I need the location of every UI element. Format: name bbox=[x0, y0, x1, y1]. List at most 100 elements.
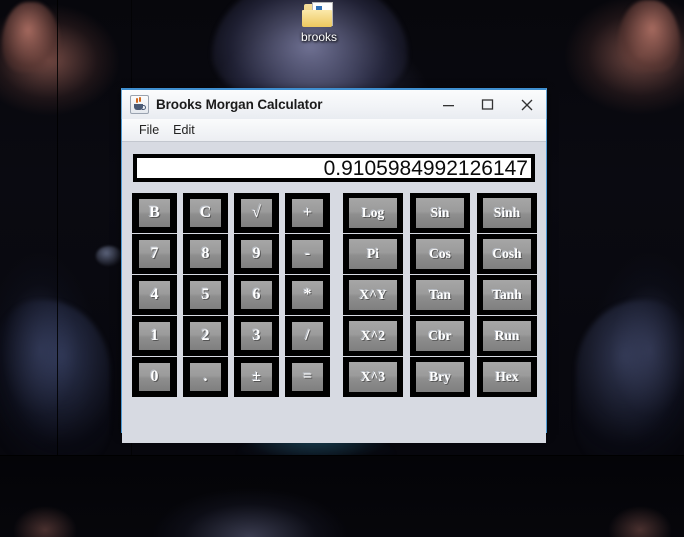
key-6[interactable]: 6 bbox=[234, 275, 279, 315]
key-face: 5 bbox=[190, 281, 221, 309]
key-x-y[interactable]: X^Y bbox=[343, 275, 403, 315]
menu-item-file[interactable]: File bbox=[132, 121, 166, 139]
wallpaper-seam-horizontal bbox=[0, 455, 684, 456]
key-cosh[interactable]: Cosh bbox=[477, 234, 537, 274]
key-label: Cosh bbox=[492, 247, 521, 261]
key-face: Sin bbox=[416, 198, 464, 228]
key-label: 1 bbox=[151, 328, 159, 344]
key-bry[interactable]: Bry bbox=[410, 357, 470, 397]
key-8[interactable]: 8 bbox=[183, 234, 228, 274]
key-face: Pi bbox=[349, 239, 397, 269]
key-face: X^2 bbox=[349, 321, 397, 351]
window-title: Brooks Morgan Calculator bbox=[156, 97, 322, 112]
key-hex[interactable]: Hex bbox=[477, 357, 537, 397]
key-label: * bbox=[304, 287, 312, 303]
key-[interactable]: = bbox=[285, 357, 330, 397]
key-label: Log bbox=[362, 206, 385, 220]
key-label: 0 bbox=[151, 369, 159, 385]
key-label: X^2 bbox=[361, 329, 385, 343]
menu-item-edit[interactable]: Edit bbox=[166, 121, 202, 139]
key-c[interactable]: C bbox=[183, 193, 228, 233]
minimize-button[interactable] bbox=[429, 90, 468, 119]
key-b[interactable]: B bbox=[132, 193, 177, 233]
key-label: 9 bbox=[253, 246, 261, 262]
desktop-icon-brooks[interactable]: brooks bbox=[288, 2, 350, 44]
wallpaper-microphone bbox=[96, 246, 122, 266]
key-label: = bbox=[303, 369, 312, 385]
key-2[interactable]: 2 bbox=[183, 316, 228, 356]
key-x-3[interactable]: X^3 bbox=[343, 357, 403, 397]
key-face: X^Y bbox=[349, 280, 397, 310]
key-face: * bbox=[292, 281, 323, 309]
key-[interactable]: √ bbox=[234, 193, 279, 233]
key-face: Cosh bbox=[483, 239, 531, 269]
key-face: Bry bbox=[416, 362, 464, 392]
key-[interactable]: * bbox=[285, 275, 330, 315]
key-face: X^3 bbox=[349, 362, 397, 392]
key-cbr[interactable]: Cbr bbox=[410, 316, 470, 356]
key-label: Cos bbox=[429, 247, 451, 261]
key-face: 9 bbox=[241, 240, 272, 268]
key-[interactable]: - bbox=[285, 234, 330, 274]
wallpaper-hand-left bbox=[2, 2, 60, 72]
key-label: 3 bbox=[253, 328, 261, 344]
key-face: Cos bbox=[416, 239, 464, 269]
key-4[interactable]: 4 bbox=[132, 275, 177, 315]
key-face: 4 bbox=[139, 281, 170, 309]
function-keypad: Log Sin Sinh Pi Cos Cosh X^Y Tan Tanh X^2 Cbr Run X^… bbox=[340, 193, 540, 397]
close-icon bbox=[520, 98, 534, 112]
key-face: C bbox=[190, 199, 221, 227]
key-face: . bbox=[190, 363, 221, 391]
key-label: X^Y bbox=[359, 288, 386, 302]
calculator-window[interactable]: Brooks Morgan Calculator bbox=[121, 88, 547, 433]
key-label: 6 bbox=[253, 287, 261, 303]
key-label: Sinh bbox=[494, 206, 520, 220]
key-label: Cbr bbox=[428, 329, 451, 343]
wallpaper-seam-vertical bbox=[57, 0, 58, 455]
key-pi[interactable]: Pi bbox=[343, 234, 403, 274]
key-9[interactable]: 9 bbox=[234, 234, 279, 274]
key-label: 8 bbox=[202, 246, 210, 262]
maximize-icon bbox=[481, 98, 494, 111]
key-x-2[interactable]: X^2 bbox=[343, 316, 403, 356]
key-face: + bbox=[292, 199, 323, 227]
key-face: - bbox=[292, 240, 323, 268]
folder-icon bbox=[302, 2, 336, 28]
display-value: 0.9105984992126147 bbox=[324, 158, 531, 179]
key-[interactable]: + bbox=[285, 193, 330, 233]
key-face: 7 bbox=[139, 240, 170, 268]
key-face: 8 bbox=[190, 240, 221, 268]
key-face: / bbox=[292, 322, 323, 350]
key-label: √ bbox=[252, 205, 261, 221]
key-0[interactable]: 0 bbox=[132, 357, 177, 397]
maximize-button[interactable] bbox=[468, 90, 507, 119]
key-[interactable]: ± bbox=[234, 357, 279, 397]
key-[interactable]: . bbox=[183, 357, 228, 397]
key-face: √ bbox=[241, 199, 272, 227]
title-bar[interactable]: Brooks Morgan Calculator bbox=[121, 88, 547, 119]
key-sinh[interactable]: Sinh bbox=[477, 193, 537, 233]
key-tanh[interactable]: Tanh bbox=[477, 275, 537, 315]
key-label: Pi bbox=[367, 247, 379, 261]
close-button[interactable] bbox=[507, 90, 546, 119]
key-5[interactable]: 5 bbox=[183, 275, 228, 315]
java-icon bbox=[130, 95, 149, 114]
key-[interactable]: / bbox=[285, 316, 330, 356]
desktop[interactable]: brooks Brooks Morgan Calculator bbox=[0, 0, 684, 537]
key-1[interactable]: 1 bbox=[132, 316, 177, 356]
wallpaper-hand-right bbox=[618, 0, 680, 72]
wallpaper-bottom bbox=[0, 455, 684, 537]
key-cos[interactable]: Cos bbox=[410, 234, 470, 274]
key-face: Tanh bbox=[483, 280, 531, 310]
key-log[interactable]: Log bbox=[343, 193, 403, 233]
key-3[interactable]: 3 bbox=[234, 316, 279, 356]
key-label: C bbox=[200, 205, 212, 221]
key-face: 1 bbox=[139, 322, 170, 350]
key-tan[interactable]: Tan bbox=[410, 275, 470, 315]
key-sin[interactable]: Sin bbox=[410, 193, 470, 233]
key-label: B bbox=[149, 205, 160, 221]
key-face: Log bbox=[349, 198, 397, 228]
display-field[interactable]: 0.9105984992126147 bbox=[133, 154, 535, 182]
key-run[interactable]: Run bbox=[477, 316, 537, 356]
key-7[interactable]: 7 bbox=[132, 234, 177, 274]
